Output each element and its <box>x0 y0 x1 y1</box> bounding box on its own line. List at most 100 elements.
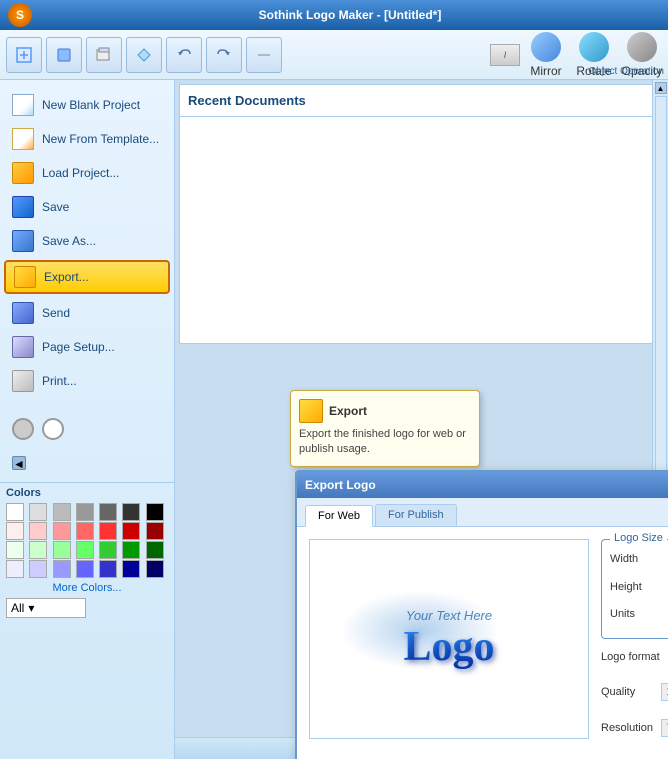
mirror-btn[interactable]: Mirror <box>524 32 568 78</box>
logo-format-row: Logo format PNG JPG GIF <box>601 647 668 667</box>
quality-row: Quality ▲ ▼ <box>601 681 668 703</box>
logo-text-big: Logo <box>403 623 494 671</box>
color-cell[interactable] <box>146 560 164 578</box>
color-cell[interactable] <box>53 522 71 540</box>
color-cell[interactable] <box>122 560 140 578</box>
toolbar-btn-undo[interactable] <box>166 37 202 73</box>
export-icon <box>14 266 36 288</box>
color-cell[interactable] <box>99 560 117 578</box>
all-dropdown[interactable]: All ▾ <box>6 598 86 618</box>
color-cell[interactable] <box>29 541 47 559</box>
color-cell[interactable] <box>146 522 164 540</box>
italic-btn[interactable]: I <box>490 44 520 66</box>
shape-circle-outline <box>42 418 64 440</box>
color-cell[interactable] <box>6 503 24 521</box>
color-cell[interactable] <box>76 541 94 559</box>
menu-save[interactable]: Save <box>0 190 174 224</box>
tab-for-web[interactable]: For Web <box>305 505 373 527</box>
more-colors-link[interactable]: More Colors... <box>6 582 168 594</box>
logo-size-group: Logo Size Width ▲ ▼ Height <box>601 539 668 639</box>
color-cell[interactable] <box>122 522 140 540</box>
toolbar-btn-extra[interactable] <box>246 37 282 73</box>
scroll-handle[interactable]: ◄ <box>12 456 26 470</box>
menu-page-setup[interactable]: Page Setup... <box>0 330 174 364</box>
menu-new-blank[interactable]: New Blank Project <box>0 88 174 122</box>
dialog-tabs: For Web For Publish <box>297 498 668 527</box>
color-cell[interactable] <box>99 541 117 559</box>
toolbar-btn-4[interactable] <box>126 37 162 73</box>
app-logo: S <box>8 3 32 27</box>
height-label: Height <box>610 581 668 593</box>
color-cell[interactable] <box>99 503 117 521</box>
height-row: Height ▲ ▼ <box>610 576 668 598</box>
width-row: Width ▲ ▼ <box>610 548 668 570</box>
resolution-row: Resolution ▲ ▼ <box>601 717 668 739</box>
left-panel: New Blank Project New From Template... L… <box>0 80 175 759</box>
title-bar: S Sothink Logo Maker - [Untitled*] <box>0 0 668 30</box>
color-cell[interactable] <box>76 503 94 521</box>
new-blank-icon <box>12 94 34 116</box>
menu-export[interactable]: Export... <box>4 260 170 294</box>
toolbar-btn-3[interactable] <box>86 37 122 73</box>
menu-save-as[interactable]: Save As... <box>0 224 174 258</box>
tab-for-publish[interactable]: For Publish <box>375 504 457 526</box>
menu-new-template[interactable]: New From Template... <box>0 122 174 156</box>
menu-load-project[interactable]: Load Project... <box>0 156 174 190</box>
color-cell[interactable] <box>122 503 140 521</box>
color-cell[interactable] <box>53 541 71 559</box>
dialog-title-bar: Export Logo ✕ <box>297 472 668 498</box>
save-as-icon <box>12 230 34 252</box>
colors-title: Colors <box>6 487 168 499</box>
load-project-icon <box>12 162 34 184</box>
color-cell[interactable] <box>146 503 164 521</box>
quality-input <box>661 683 668 701</box>
color-cell[interactable] <box>6 541 24 559</box>
logo-preview: Your Text Here Logo <box>309 539 589 739</box>
toolbar-btn-2[interactable] <box>46 37 82 73</box>
width-label: Width <box>610 553 668 565</box>
shape-circle-gray <box>12 418 34 440</box>
toolbar-btn-redo[interactable] <box>206 37 242 73</box>
new-template-icon <box>12 128 34 150</box>
main-layout: New Blank Project New From Template... L… <box>0 80 668 759</box>
color-cell[interactable] <box>29 522 47 540</box>
send-icon <box>12 302 34 324</box>
recent-docs-title: Recent Documents <box>180 85 663 117</box>
units-row: Units pixel <box>610 604 668 624</box>
save-icon <box>12 196 34 218</box>
resolution-label: Resolution <box>601 722 661 734</box>
tooltip-description: Export the finished logo for web or publ… <box>299 427 471 458</box>
dialog-title: Export Logo <box>305 478 376 492</box>
color-cell[interactable] <box>6 522 24 540</box>
menu-send[interactable]: Send <box>0 296 174 330</box>
tooltip-header: Export <box>299 399 471 423</box>
tooltip-title: Export <box>329 404 367 418</box>
object-operation-label: Object Operation <box>588 66 664 77</box>
color-cell[interactable] <box>99 522 117 540</box>
color-cell[interactable] <box>122 541 140 559</box>
print-icon <box>12 370 34 392</box>
color-cell[interactable] <box>29 503 47 521</box>
tooltip-box: Export Export the finished logo for web … <box>290 390 480 467</box>
canvas-area: Recent Documents ▲ ▼ Export Export the f… <box>175 80 668 759</box>
logo-format-label: Logo format <box>601 651 668 663</box>
color-cell[interactable] <box>6 560 24 578</box>
right-controls: Logo Size Width ▲ ▼ Height <box>601 539 668 759</box>
toolbar-btn-1[interactable] <box>6 37 42 73</box>
title-bar-title: Sothink Logo Maker - [Untitled*] <box>40 8 660 22</box>
logo-size-legend: Logo Size <box>610 532 667 544</box>
menu-print[interactable]: Print... <box>0 364 174 398</box>
color-cell[interactable] <box>76 560 94 578</box>
color-grid <box>6 503 168 578</box>
export-dialog: Export Logo ✕ For Web For Publish Your T… <box>295 470 668 759</box>
color-cell[interactable] <box>146 541 164 559</box>
color-cell[interactable] <box>53 503 71 521</box>
color-cell[interactable] <box>53 560 71 578</box>
toolbar: I Mirror Rotate Opacity Object Operation <box>0 30 668 80</box>
color-cell[interactable] <box>76 522 94 540</box>
dialog-body: Your Text Here Logo Logo Size Width ▲ <box>297 527 668 759</box>
toolbar-right: I Mirror Rotate Opacity Object Operation <box>490 32 664 78</box>
units-label: Units <box>610 608 668 620</box>
color-cell[interactable] <box>29 560 47 578</box>
scroll-up-arrow[interactable]: ▲ <box>655 82 667 94</box>
